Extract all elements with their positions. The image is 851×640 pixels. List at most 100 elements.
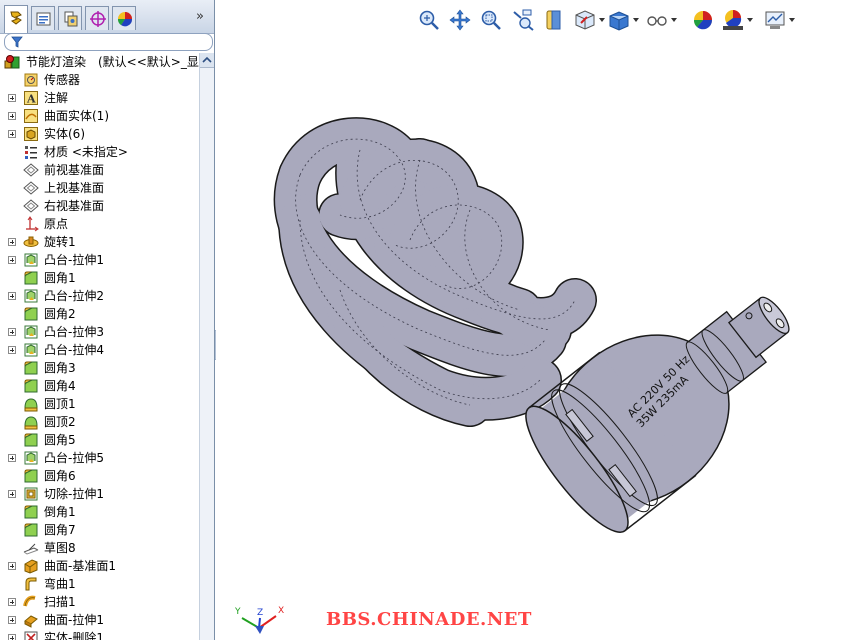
- tree-item[interactable]: 圆顶2: [0, 413, 198, 431]
- tree-item[interactable]: 材质 <未指定>: [0, 143, 198, 161]
- tree-item-label: 圆角5: [44, 433, 76, 447]
- tree-item[interactable]: 倒角1: [0, 503, 198, 521]
- tree-item[interactable]: 凸台-拉伸4: [0, 341, 198, 359]
- expand-toggle[interactable]: [8, 238, 16, 246]
- tree-item-label: 倒角1: [44, 505, 76, 519]
- tree-item[interactable]: 曲面-基准面1: [0, 557, 198, 575]
- dimxpert-tab[interactable]: [85, 6, 109, 30]
- expand-toggle[interactable]: [8, 616, 16, 624]
- scroll-up-button[interactable]: [200, 53, 214, 68]
- surface-extrude-icon: [24, 615, 38, 628]
- watermark-text: BBS.CHINADE.NET: [326, 609, 532, 630]
- appearance-icon: [117, 12, 133, 27]
- sketch-icon: [23, 543, 39, 555]
- expand-toggle[interactable]: [8, 328, 16, 336]
- feature-tree-icon: [10, 11, 22, 25]
- tree-item-label: 注解: [44, 91, 69, 105]
- expand-toggle[interactable]: [8, 598, 16, 606]
- part-icon: [4, 55, 20, 69]
- property-manager-tab[interactable]: [31, 6, 55, 30]
- reference-triad: Y Z X: [234, 606, 284, 634]
- tree-item[interactable]: 原点: [0, 215, 198, 233]
- tree-item[interactable]: A 注解: [0, 89, 198, 107]
- tree-item[interactable]: 旋转1: [0, 233, 198, 251]
- expand-toggle[interactable]: [8, 292, 16, 300]
- tree-item[interactable]: 右视基准面: [0, 197, 198, 215]
- tree-item[interactable]: 上视基准面: [0, 179, 198, 197]
- expand-toggle[interactable]: [8, 562, 16, 570]
- expand-toggle[interactable]: [8, 112, 16, 120]
- feature-tree-scrollbar[interactable]: [199, 53, 214, 640]
- tree-item[interactable]: 凸台-拉伸5: [0, 449, 198, 467]
- tree-item[interactable]: 凸台-拉伸1: [0, 251, 198, 269]
- svg-text:A: A: [26, 93, 36, 106]
- cfl-bulb-model[interactable]: AC 220V 50 Hz 35W 235mA: [216, 0, 851, 640]
- tree-item[interactable]: 切除-拉伸1: [0, 485, 198, 503]
- tree-item[interactable]: 凸台-拉伸3: [0, 323, 198, 341]
- plane-icon: [23, 181, 39, 195]
- expand-toggle[interactable]: [8, 454, 16, 462]
- part-name-label: 节能灯渲染 (默认<<默认>_显示: [26, 55, 211, 69]
- flex-icon: [25, 577, 37, 591]
- tree-item-label: 曲面-基准面1: [44, 559, 116, 573]
- target-icon: [90, 11, 106, 27]
- tree-item[interactable]: 实体(6): [0, 125, 198, 143]
- expand-toggle[interactable]: [8, 490, 16, 498]
- tree-item-label: 圆角2: [44, 307, 76, 321]
- tree-item[interactable]: 草图8: [0, 539, 198, 557]
- tree-item-label: 曲面实体(1): [44, 109, 109, 123]
- tree-item-label: 草图8: [44, 541, 76, 555]
- spiral-tube: [273, 117, 597, 427]
- tree-item[interactable]: 圆角4: [0, 377, 198, 395]
- display-manager-tab[interactable]: [112, 6, 136, 30]
- fillet-icon: [24, 379, 38, 393]
- tree-item[interactable]: 凸台-拉伸2: [0, 287, 198, 305]
- extrude-icon: [24, 325, 38, 339]
- fillet-icon: [24, 469, 38, 483]
- feature-filter-input[interactable]: [4, 33, 213, 51]
- fillet-icon: [24, 271, 38, 285]
- tree-item[interactable]: 传感器: [0, 71, 198, 89]
- tree-item-label: 圆角4: [44, 379, 76, 393]
- more-tabs-button[interactable]: »: [196, 9, 204, 24]
- expand-toggle[interactable]: [8, 256, 16, 264]
- tree-item[interactable]: 圆角2: [0, 305, 198, 323]
- expand-toggle[interactable]: [8, 130, 16, 138]
- tree-item-label: 旋转1: [44, 235, 76, 249]
- tree-item[interactable]: 圆角1: [0, 269, 198, 287]
- tree-item[interactable]: 扫描1: [0, 593, 198, 611]
- tree-item[interactable]: 实体-删除1: [0, 629, 198, 640]
- tree-item[interactable]: 前视基准面: [0, 161, 198, 179]
- tree-item-label: 原点: [44, 217, 69, 231]
- tree-item[interactable]: 圆角7: [0, 521, 198, 539]
- fillet-icon: [24, 505, 38, 519]
- tree-item-label: 圆角3: [44, 361, 76, 375]
- dome-icon: [24, 416, 38, 430]
- tree-item[interactable]: 曲面-拉伸1: [0, 611, 198, 629]
- plane-icon: [23, 163, 39, 177]
- cut-extrude-icon: [24, 487, 38, 501]
- surface-body-icon: [24, 109, 38, 123]
- graphics-area[interactable]: AC 220V 50 Hz 35W 235mA Y Z X BBS.CHINAD…: [216, 0, 851, 640]
- filter-icon: [11, 36, 23, 48]
- tree-item[interactable]: 圆角5: [0, 431, 198, 449]
- tree-item[interactable]: 弯曲1: [0, 575, 198, 593]
- expand-toggle[interactable]: [8, 346, 16, 354]
- expand-toggle[interactable]: [8, 94, 16, 102]
- tree-item-label: 圆顶2: [44, 415, 76, 429]
- tree-root-part[interactable]: 节能灯渲染 (默认<<默认>_显示: [0, 53, 211, 71]
- tree-item[interactable]: 曲面实体(1): [0, 107, 198, 125]
- tree-item[interactable]: 圆角6: [0, 467, 198, 485]
- tree-item[interactable]: 圆角3: [0, 359, 198, 377]
- expand-toggle[interactable]: [8, 634, 16, 640]
- tree-item-label: 曲面-拉伸1: [44, 613, 104, 627]
- feature-manager-tab[interactable]: [4, 5, 28, 33]
- tree-item-label: 圆角6: [44, 469, 76, 483]
- fillet-icon: [24, 307, 38, 321]
- solid-body-icon: [24, 127, 38, 141]
- configuration-manager-tab[interactable]: [58, 6, 82, 30]
- fillet-icon: [24, 523, 38, 537]
- tree-item[interactable]: 圆顶1: [0, 395, 198, 413]
- origin-icon: [26, 216, 39, 232]
- revolve-icon: [23, 236, 39, 247]
